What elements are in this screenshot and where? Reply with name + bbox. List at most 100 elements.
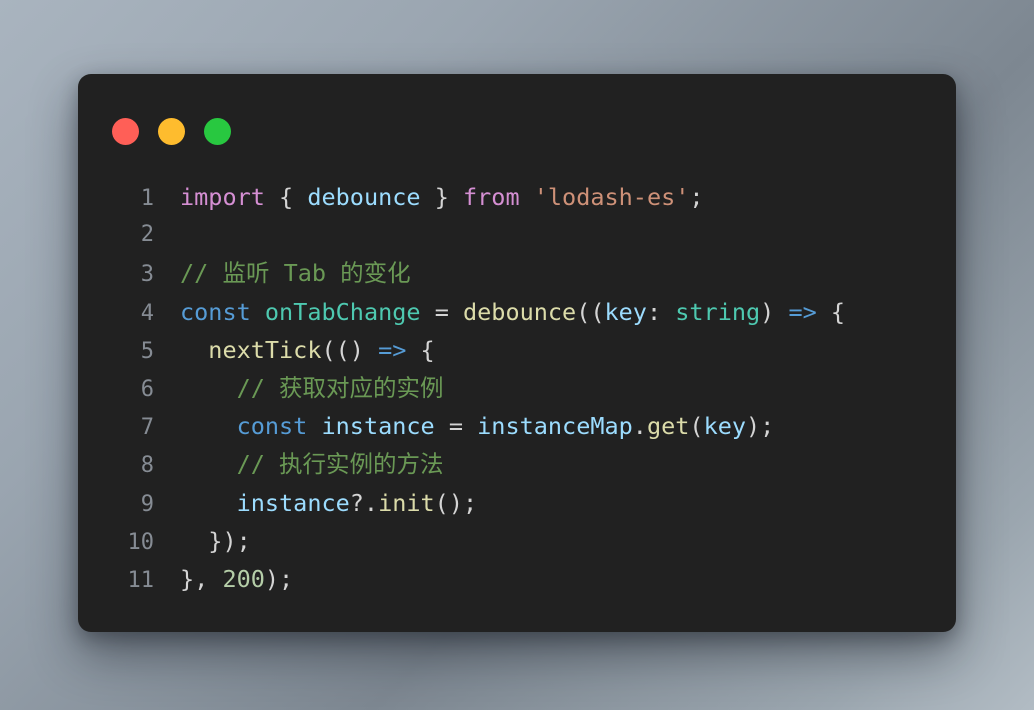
line-number: 3	[140, 262, 154, 288]
line-text: // 获取对应的实例	[154, 369, 444, 407]
code-token: =>	[378, 335, 407, 364]
code-token: debounce	[307, 183, 421, 211]
code-token: instance	[321, 412, 435, 441]
code-token: init	[378, 488, 435, 517]
code-token: ;	[689, 183, 704, 211]
code-token: // 监听 Tab 的变化	[180, 259, 411, 288]
maximize-button-icon[interactable]	[204, 118, 231, 145]
line-text: }, 200);	[154, 560, 293, 598]
code-token: from	[463, 183, 520, 211]
code-token: instance	[236, 488, 350, 517]
code-token: const	[236, 412, 308, 441]
code-line: 11}, 200);	[102, 560, 956, 598]
code-line: 7 const instance = instanceMap.get(key);	[102, 407, 956, 445]
code-window: 1 import { debounce } from 'lodash-es'; 2 3…	[78, 74, 956, 632]
code-token: string	[675, 297, 761, 326]
code-token: =>	[788, 297, 817, 326]
line-number: 1	[140, 186, 154, 211]
line-number: 7	[140, 415, 154, 441]
code-line: 1 import { debounce } from 'lodash-es';	[102, 178, 956, 216]
code-token: );	[746, 412, 775, 441]
line-number: 4	[140, 300, 154, 326]
line-number: 8	[140, 453, 154, 479]
code-token: ?.	[349, 488, 379, 517]
code-token: =	[434, 297, 449, 326]
code-token: :	[646, 297, 662, 326]
code-line: 10 });	[102, 522, 956, 560]
code-token: ();	[434, 488, 478, 517]
line-text: const onTabChange = debounce((key: strin…	[154, 293, 845, 331]
code-token: 'lodash-es'	[533, 183, 690, 211]
code-token: get	[646, 412, 690, 441]
window-titlebar	[112, 118, 231, 145]
code-token: );	[264, 564, 294, 593]
line-text: });	[154, 522, 251, 560]
code-token: {	[830, 297, 846, 326]
code-token: key	[604, 297, 647, 326]
code-line: 8 // 执行实例的方法	[102, 445, 956, 483]
code-line: 6 // 获取对应的实例	[102, 369, 956, 407]
code-token: (()	[321, 335, 364, 364]
line-number: 6	[140, 376, 154, 402]
code-token: // 获取对应的实例	[236, 373, 444, 402]
code-line: 4 const onTabChange = debounce((key: stri…	[102, 293, 956, 331]
code-token: {	[420, 335, 435, 364]
code-token: });	[208, 526, 251, 555]
code-token: =	[448, 412, 463, 441]
code-line: 9 instance?.init();	[102, 484, 956, 522]
line-number: 5	[140, 338, 154, 364]
minimize-button-icon[interactable]	[158, 118, 185, 145]
line-text: // 监听 Tab 的变化	[154, 254, 411, 292]
line-number: 10	[127, 529, 155, 555]
line-text: nextTick(() => {	[154, 331, 435, 369]
code-token: ((	[576, 297, 605, 326]
line-text: // 执行实例的方法	[154, 445, 444, 483]
code-token: // 执行实例的方法	[236, 450, 444, 479]
code-token: instanceMap	[477, 412, 633, 441]
code-editor-content[interactable]: 1 import { debounce } from 'lodash-es'; 2 3…	[78, 178, 956, 598]
code-line: 2	[102, 216, 956, 254]
line-text: import { debounce } from 'lodash-es';	[154, 178, 704, 216]
code-token: },	[180, 564, 223, 593]
code-token: (	[689, 412, 704, 441]
code-line: 3 // 监听 Tab 的变化	[102, 254, 956, 292]
code-token: }	[434, 183, 449, 211]
code-token: key	[703, 412, 747, 441]
line-number: 2	[140, 222, 154, 248]
line-text: instance?.init();	[154, 484, 478, 522]
close-button-icon[interactable]	[112, 118, 139, 145]
code-line: 5 nextTick(() => {	[102, 331, 956, 369]
code-token: {	[279, 183, 294, 211]
code-token: )	[760, 297, 775, 326]
line-number: 11	[127, 567, 155, 593]
code-token: debounce	[463, 297, 577, 326]
code-token: 200	[222, 564, 265, 593]
code-token: const	[180, 297, 251, 326]
code-token: .	[632, 412, 647, 441]
line-text: const instance = instanceMap.get(key);	[154, 407, 775, 445]
line-number: 9	[140, 491, 154, 517]
code-token: onTabChange	[264, 297, 421, 326]
code-token: import	[180, 183, 265, 211]
